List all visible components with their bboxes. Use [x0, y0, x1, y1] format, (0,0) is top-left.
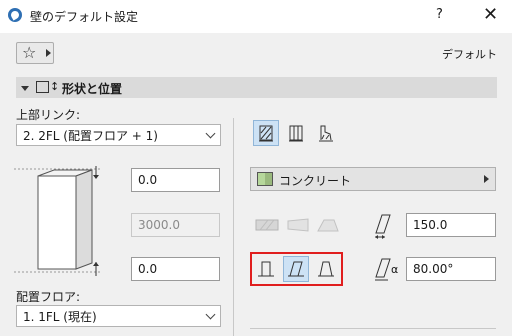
arrow-right-icon — [484, 175, 489, 183]
basic-structure-icon — [259, 125, 273, 142]
bottom-separator — [250, 328, 496, 329]
home-floor-value: 1. 1FL (現在) — [23, 310, 97, 324]
chevron-down-icon — [205, 128, 216, 139]
straight-wall-button[interactable] — [253, 256, 279, 282]
help-button[interactable]: ? — [436, 7, 443, 22]
wall-section-icon — [36, 81, 49, 93]
wall-thickness-icon — [375, 214, 391, 239]
archicad-app-icon — [8, 8, 22, 22]
double-slanted-wall-button[interactable] — [313, 256, 339, 282]
composite-structure-button[interactable] — [283, 120, 309, 146]
building-material-picker[interactable]: コンクリート — [250, 167, 496, 191]
column-separator — [233, 118, 234, 336]
section-title: 形状と位置 — [62, 82, 123, 96]
top-link-select[interactable]: 2. 2FL (配置フロア + 1) — [16, 124, 221, 146]
thickness-input[interactable]: 150.0 — [406, 213, 496, 237]
straight-wall-icon — [258, 261, 274, 277]
slanted-wall-icon — [288, 261, 304, 277]
window-title: 壁のデフォルト設定 — [30, 10, 139, 24]
top-link-label: 上部リンク: — [16, 108, 81, 122]
alpha-symbol: α — [391, 263, 399, 276]
chevron-down-icon — [205, 309, 216, 320]
wall-height-input: 3000.0 — [131, 213, 220, 237]
wall-height-diagram-icon — [14, 166, 100, 276]
star-icon: ☆ — [22, 43, 37, 62]
favorites-button[interactable]: ☆ — [16, 42, 54, 64]
arrow-right-icon — [46, 49, 51, 57]
angle-input[interactable]: 80.00° — [406, 257, 496, 281]
collapse-triangle-icon[interactable] — [21, 86, 29, 91]
basic-structure-button[interactable] — [253, 120, 279, 146]
home-floor-select[interactable]: 1. 1FL (現在) — [16, 305, 221, 327]
material-name: コンクリート — [279, 174, 352, 188]
slanted-wall-button[interactable] — [283, 256, 309, 282]
composite-structure-icon — [289, 125, 303, 142]
disabled-profile-icons — [255, 218, 339, 232]
top-offset-input[interactable]: 0.0 — [131, 168, 220, 192]
close-button[interactable]: ✕ — [483, 4, 498, 25]
home-floor-label: 配置フロア: — [16, 290, 81, 304]
profile-structure-icon — [319, 125, 333, 142]
double-slanted-wall-icon — [318, 261, 334, 277]
bottom-offset-input[interactable]: 0.0 — [131, 257, 220, 281]
material-swatch-icon — [257, 172, 273, 186]
default-label: デフォルト — [442, 48, 497, 61]
top-link-value: 2. 2FL (配置フロア + 1) — [23, 129, 158, 143]
profile-structure-button[interactable] — [313, 120, 339, 146]
updown-arrow-icon: ↕ — [50, 80, 60, 93]
